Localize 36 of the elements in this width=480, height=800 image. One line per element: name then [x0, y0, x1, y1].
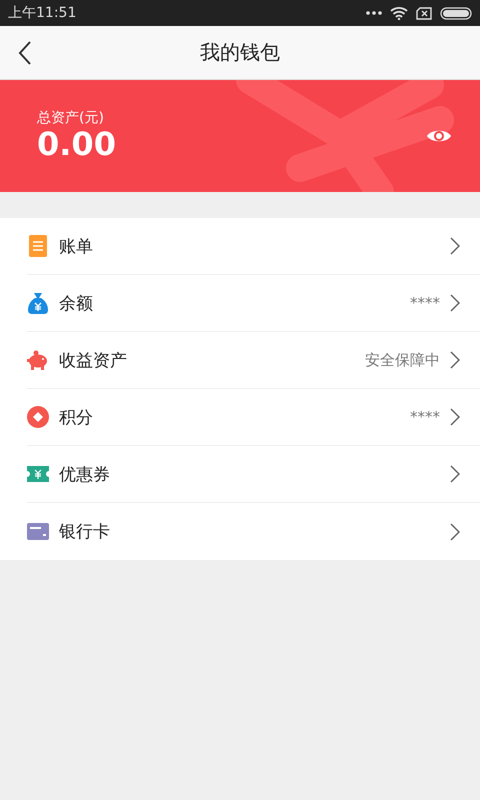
item-label: 银行卡	[59, 521, 110, 543]
item-label: 账单	[59, 236, 93, 258]
chevron-right-icon	[450, 408, 460, 426]
chevron-right-icon	[450, 465, 460, 483]
bank-card-icon	[27, 523, 49, 540]
battery-icon	[440, 6, 472, 20]
wallet-item[interactable]: 积分 ****	[27, 389, 480, 446]
item-label: 余额	[59, 292, 93, 314]
wallet-item[interactable]: 收益资产 安全保障中	[27, 332, 480, 389]
total-assets-amount: 0.00	[37, 127, 116, 163]
item-value: 安全保障中	[365, 350, 440, 370]
wallet-item[interactable]: 优惠券	[27, 446, 480, 503]
diamond-coin-icon	[27, 406, 49, 428]
item-label: 优惠券	[59, 464, 110, 486]
wallet-item[interactable]: 余额 ****	[27, 275, 480, 332]
item-label: 收益资产	[59, 350, 127, 372]
wallet-item[interactable]: 银行卡	[27, 503, 480, 560]
wifi-icon	[390, 6, 408, 20]
page-title: 我的钱包	[200, 39, 280, 66]
money-bag-icon	[27, 292, 49, 314]
wallet-item[interactable]: 账单	[27, 218, 480, 275]
item-label: 积分	[59, 406, 93, 428]
item-value: ****	[410, 294, 440, 312]
total-assets-label: 总资产(元)	[37, 109, 105, 128]
chevron-right-icon	[450, 294, 460, 312]
chevron-right-icon	[450, 522, 460, 540]
piggy-bank-icon	[27, 350, 49, 370]
list-icon	[27, 235, 49, 257]
more-icon	[366, 11, 382, 15]
coupon-icon	[27, 466, 49, 482]
no-sim-icon	[416, 6, 432, 20]
chevron-right-icon	[450, 237, 460, 255]
item-value: ****	[410, 408, 440, 426]
status-time: 上午11:51	[8, 4, 76, 22]
chevron-right-icon	[450, 351, 460, 369]
back-icon[interactable]	[18, 41, 32, 65]
